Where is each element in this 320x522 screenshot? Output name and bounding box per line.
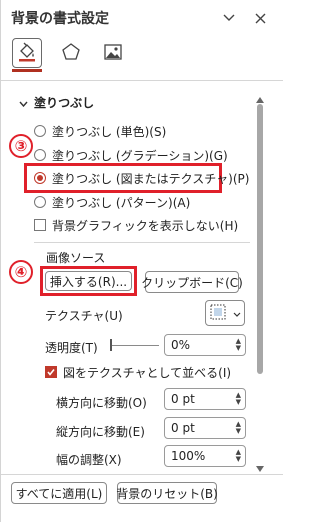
radio-label: 塗りつぶし (単色)(S) <box>52 124 167 139</box>
spinner-arrows-icon[interactable]: ▲ ▼ <box>236 449 241 463</box>
selected-tab-indicator <box>12 69 42 72</box>
insert-button[interactable]: 挿入する(R)... <box>45 271 132 291</box>
spinner-arrows-icon[interactable]: ▲ ▼ <box>236 421 241 435</box>
texture-picker[interactable] <box>205 300 245 326</box>
spinner-arrows-icon[interactable]: ▲ ▼ <box>236 392 241 406</box>
transparency-slider-track[interactable] <box>111 345 159 346</box>
scale-x-value: 100% <box>171 449 206 463</box>
divider <box>1 80 283 81</box>
radio-gradient-fill[interactable]: 塗りつぶし (グラデーション)(G) <box>34 145 228 165</box>
radio-pattern-fill[interactable]: 塗りつぶし (パターン)(A) <box>34 192 190 212</box>
apply-all-button[interactable]: すべてに適用(L) <box>11 482 107 504</box>
checkbox-label: 背景グラフィックを表示しない(H) <box>52 218 239 233</box>
step-3-marker: ③ <box>9 134 33 158</box>
scroll-down-icon[interactable] <box>256 461 264 475</box>
scale-x-label: 幅の調整(X) <box>56 453 122 467</box>
offset-x-input[interactable]: 0 pt ▲ ▼ <box>164 388 246 410</box>
tab-effects[interactable] <box>56 38 86 68</box>
offset-y-input[interactable]: 0 pt ▲ ▼ <box>164 417 246 439</box>
radio-button[interactable] <box>34 196 46 208</box>
radio-button[interactable] <box>34 125 46 137</box>
tab-fill[interactable] <box>12 38 42 68</box>
pentagon-icon <box>61 42 81 65</box>
tab-picture[interactable] <box>98 38 128 68</box>
divider <box>34 242 250 243</box>
reset-background-button[interactable]: 背景のリセット(B) <box>116 482 218 504</box>
checkbox[interactable] <box>45 366 57 378</box>
transparency-value: 0% <box>171 338 191 352</box>
spinner-arrows-icon[interactable]: ▲ ▼ <box>236 338 241 352</box>
scroll-thumb[interactable] <box>257 104 263 374</box>
chevron-down-icon <box>233 306 241 320</box>
divider <box>1 474 283 475</box>
clipboard-button[interactable]: クリップボード(C) <box>141 271 243 293</box>
image-source-heading: 画像ソース <box>46 251 106 265</box>
offset-y-label: 縦方向に移動(E) <box>56 425 145 439</box>
radio-solid-fill[interactable]: 塗りつぶし (単色)(S) <box>34 121 166 141</box>
radio-button[interactable] <box>34 172 46 184</box>
offset-y-value: 0 pt <box>171 421 195 435</box>
radio-label: 塗りつぶし (パターン)(A) <box>52 195 191 210</box>
transparency-input[interactable]: 0% ▲ ▼ <box>164 334 246 356</box>
offset-x-label: 横方向に移動(O) <box>56 396 147 410</box>
texture-label: テクスチャ(U) <box>45 309 123 323</box>
close-icon[interactable] <box>251 9 269 27</box>
step-4-marker: ④ <box>9 260 33 284</box>
radio-button[interactable] <box>34 149 46 161</box>
transparency-label: 透明度(T) <box>45 341 98 355</box>
radio-label: 塗りつぶし (グラデーション)(G) <box>52 148 228 163</box>
checkbox[interactable] <box>34 219 46 231</box>
chevron-down-icon <box>19 96 28 110</box>
radio-picture-fill[interactable]: 塗りつぶし (図またはテクスチャ)(P) <box>34 168 249 188</box>
radio-label: 塗りつぶし (図またはテクスチャ)(P) <box>52 171 250 186</box>
paint-bucket-icon <box>17 42 37 65</box>
checkbox-label: 図をテクスチャとして並べる(I) <box>63 365 232 380</box>
section-header-fill[interactable]: 塗りつぶし <box>19 94 94 111</box>
pane-title: 背景の書式設定 <box>11 11 109 27</box>
tile-checkbox[interactable]: 図をテクスチャとして並べる(I) <box>45 362 231 382</box>
scale-x-input[interactable]: 100% ▲ ▼ <box>164 445 246 467</box>
picture-icon <box>103 42 123 65</box>
chevron-down-icon[interactable] <box>220 9 238 27</box>
section-title: 塗りつぶし <box>34 96 95 110</box>
offset-x-value: 0 pt <box>171 392 195 406</box>
transparency-slider-thumb[interactable] <box>110 339 112 351</box>
hide-bg-graphics-checkbox[interactable]: 背景グラフィックを表示しない(H) <box>34 215 238 235</box>
texture-swatch-icon <box>210 304 226 323</box>
